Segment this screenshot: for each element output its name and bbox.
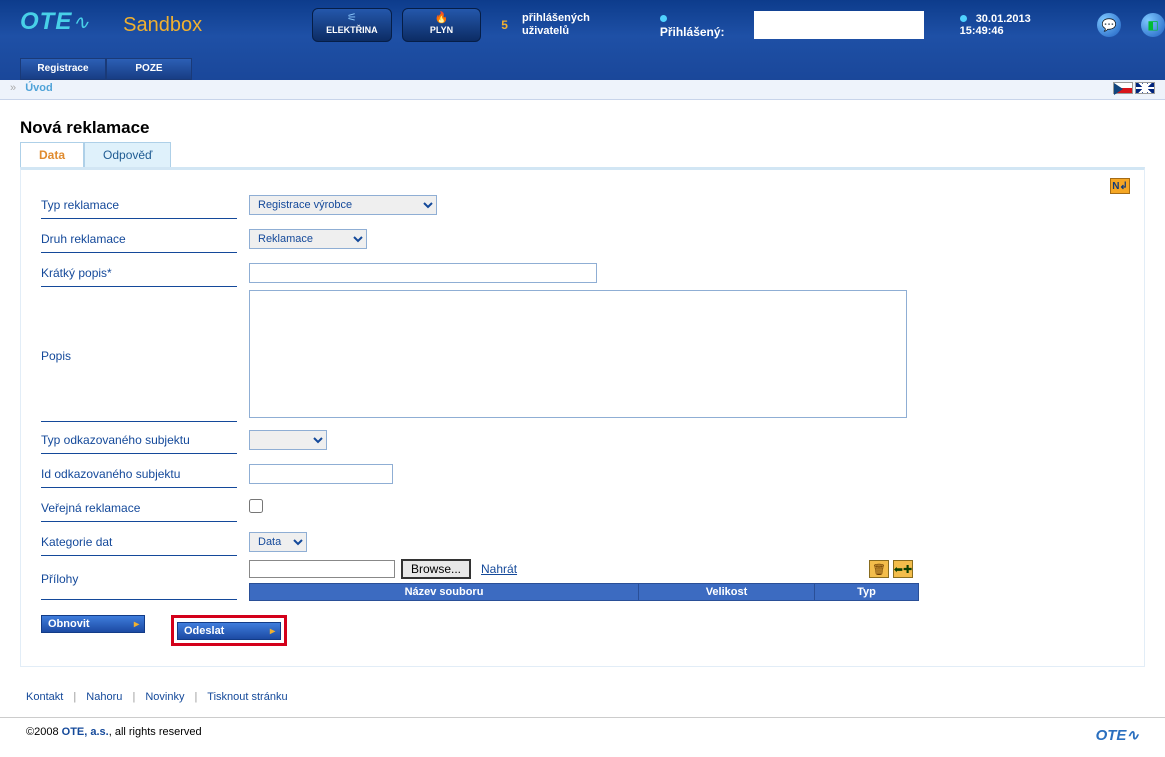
- footer-copyright: ©2008 OTE, a.s., all rights reserved OTE…: [0, 717, 1165, 752]
- label-kategorie-dat: Kategorie dat: [41, 529, 237, 556]
- breadcrumb-home[interactable]: Úvod: [25, 82, 53, 94]
- file-path-display: [249, 560, 395, 578]
- checkbox-verejna[interactable]: [249, 499, 263, 513]
- odeslat-highlight: Odeslat: [171, 615, 287, 646]
- status-dot-icon: [660, 15, 667, 22]
- select-typ-reklamace[interactable]: Registrace výrobce: [249, 195, 437, 215]
- textarea-popis[interactable]: [249, 290, 907, 418]
- browse-button[interactable]: Browse...: [401, 559, 471, 579]
- page-content: Nová reklamace Data Odpověď N↲ Typ rekla…: [0, 100, 1165, 677]
- label-prilohy: Přílohy: [41, 559, 237, 600]
- lang-czech[interactable]: [1113, 82, 1133, 94]
- tab-data[interactable]: Data: [20, 142, 84, 167]
- app-header: OTE ∿ Sandbox ⚟ ELEKTŘINA 🔥 PLYN 5 přihl…: [0, 0, 1165, 80]
- col-typ: Typ: [814, 584, 918, 600]
- logged-in-user: [754, 11, 923, 39]
- obnovit-button[interactable]: Obnovit: [41, 615, 145, 633]
- nav-registrace[interactable]: Registrace: [20, 58, 106, 80]
- tab-odpoved[interactable]: Odpověď: [84, 142, 171, 167]
- attachment-delete-button[interactable]: 🗑: [869, 560, 889, 578]
- label-typ-odkaz-subjekt: Typ odkazovaného subjektu: [41, 427, 237, 454]
- footer-tisk[interactable]: Tisknout stránku: [207, 691, 287, 703]
- chevron-right-icon: »: [10, 82, 16, 94]
- footer-logo: OTE∿: [1096, 726, 1139, 744]
- label-druh-reklamace: Druh reklamace: [41, 226, 237, 253]
- footer-kontakt[interactable]: Kontakt: [26, 691, 63, 703]
- label-id-odkaz-subjekt: Id odkazovaného subjektu: [41, 461, 237, 488]
- col-nazev-souboru: Název souboru: [250, 584, 638, 600]
- select-druh-reklamace[interactable]: Reklamace: [249, 229, 367, 249]
- plug-icon: ⚟: [313, 11, 391, 25]
- plyn-switch[interactable]: 🔥 PLYN: [402, 8, 482, 42]
- page-title: Nová reklamace: [20, 118, 1145, 138]
- label-verejna: Veřejná reklamace: [41, 495, 237, 522]
- environment-label: Sandbox: [123, 14, 202, 37]
- online-count: 5: [501, 18, 508, 32]
- brand-text: OTE: [20, 8, 72, 36]
- chat-button[interactable]: 💬: [1097, 13, 1121, 37]
- status-dot-icon: [960, 15, 967, 22]
- tab-bar: Data Odpověď: [20, 142, 1145, 167]
- window-icon: ◧: [1147, 18, 1158, 32]
- label-popis: Popis: [41, 291, 237, 422]
- add-file-icon: ⬅✚: [894, 563, 912, 576]
- online-label: přihlášených uživatelů: [522, 12, 590, 38]
- wave-icon: ∿: [1126, 727, 1139, 744]
- label-kratky-popis: Krátký popis*: [41, 260, 237, 287]
- header-right: ⚟ ELEKTŘINA 🔥 PLYN 5 přihlášených uživat…: [312, 8, 1165, 42]
- breadcrumb: » Úvod: [0, 80, 1165, 100]
- footer-novinky[interactable]: Novinky: [145, 691, 184, 703]
- secondary-nav: Registrace POZE: [20, 58, 192, 80]
- input-kratky-popis[interactable]: [249, 263, 597, 283]
- brand-logo: OTE ∿: [20, 8, 89, 36]
- input-id-odkaz-subjekt[interactable]: [249, 464, 393, 484]
- footer-nahoru[interactable]: Nahoru: [86, 691, 122, 703]
- server-time: 30.01.2013 15:49:46: [960, 13, 1078, 37]
- logged-in-label: Přihlášený:: [660, 11, 741, 39]
- layout-button[interactable]: ◧: [1141, 13, 1165, 37]
- form-panel: N↲ Typ reklamace Registrace výrobce Druh…: [20, 167, 1145, 667]
- select-kategorie-dat[interactable]: Data: [249, 532, 307, 552]
- nav-poze[interactable]: POZE: [106, 58, 192, 80]
- attachments-table: Název souboru Velikost Typ: [249, 583, 919, 601]
- speech-bubble-icon: 💬: [1102, 18, 1117, 32]
- lang-english[interactable]: [1135, 82, 1155, 94]
- panel-edit-icon[interactable]: N↲: [1110, 178, 1130, 194]
- select-typ-odkaz-subjekt[interactable]: [249, 430, 327, 450]
- upload-link[interactable]: Nahrát: [481, 562, 517, 576]
- elektrina-switch[interactable]: ⚟ ELEKTŘINA: [312, 8, 392, 42]
- brand-wave-icon: ∿: [72, 10, 89, 35]
- flame-icon: 🔥: [403, 11, 481, 25]
- col-velikost: Velikost: [638, 584, 814, 600]
- attachment-add-button[interactable]: ⬅✚: [893, 560, 913, 578]
- trash-icon: 🗑: [872, 563, 886, 576]
- footer-links: Kontakt | Nahoru | Novinky | Tisknout st…: [0, 677, 1165, 717]
- label-typ-reklamace: Typ reklamace: [41, 192, 237, 219]
- odeslat-button[interactable]: Odeslat: [177, 622, 281, 640]
